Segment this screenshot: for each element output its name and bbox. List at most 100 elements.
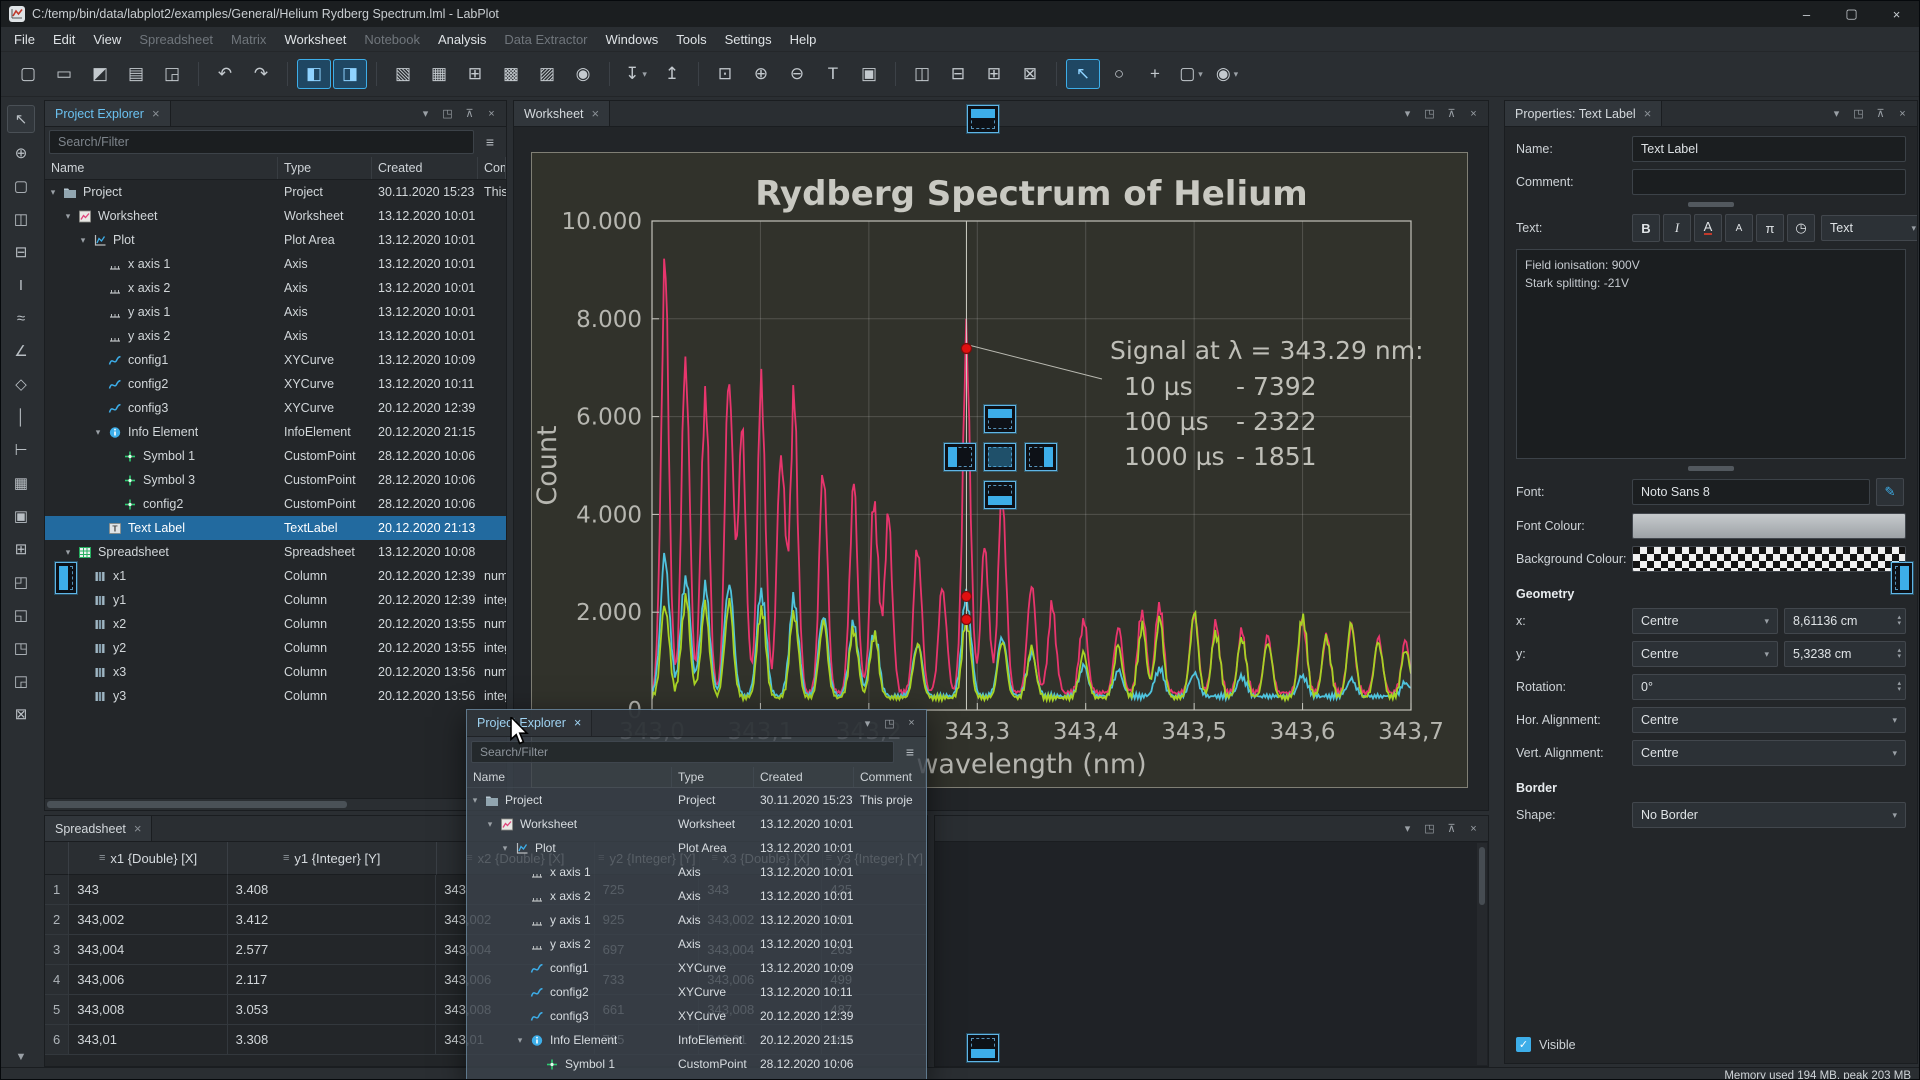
- pe-item-y2[interactable]: y2Column20.12.2020 13:55integer da: [45, 636, 506, 660]
- grid-layout-button[interactable]: ⊞: [977, 59, 1011, 89]
- dock-menu-icon[interactable]: ▾: [416, 104, 435, 123]
- expander-icon[interactable]: ▾: [63, 211, 73, 222]
- cell[interactable]: 343,008: [69, 995, 227, 1025]
- float-item-y-axis-1[interactable]: y axis 1Axis13.12.2020 10:01: [467, 908, 926, 932]
- cell[interactable]: 343,01: [69, 1025, 227, 1055]
- vertical-line-tool-button[interactable]: │: [8, 404, 34, 430]
- label-text-editor[interactable]: Field ionisation: 900VStark splitting: -…: [1516, 249, 1906, 459]
- y-position-dropdown[interactable]: Centre ▾: [1632, 641, 1778, 667]
- menu-file[interactable]: File: [5, 29, 44, 50]
- horizontal-scrollbar[interactable]: [45, 798, 506, 810]
- expand-toolbar-button[interactable]: ▼: [8, 1047, 34, 1067]
- dock-pin-icon[interactable]: ⊼: [1871, 104, 1890, 123]
- y-offset-spinbox[interactable]: 5,3238 cm ▴▾: [1784, 641, 1906, 667]
- dock-float-icon[interactable]: ◳: [1849, 104, 1868, 123]
- plot-tool-button[interactable]: ▦: [8, 470, 34, 496]
- new-notebook-button[interactable]: ◉: [566, 59, 600, 89]
- break-layout-button[interactable]: ⊠: [1013, 59, 1047, 89]
- dock-float-icon[interactable]: ◳: [880, 714, 899, 733]
- expander-icon[interactable]: ▾: [78, 235, 88, 246]
- expander-icon[interactable]: ▾: [500, 843, 510, 854]
- toggle-properties-explorer-button[interactable]: ◨: [333, 59, 367, 89]
- export-data-button[interactable]: ↥: [655, 59, 689, 89]
- pe-item-x-axis-2[interactable]: x axis 2Axis13.12.2020 10:01: [45, 276, 506, 300]
- grid-tool-4-button[interactable]: ◳: [8, 635, 34, 661]
- maximize-button[interactable]: ▢: [1829, 1, 1874, 27]
- cell[interactable]: 2.577: [228, 935, 437, 965]
- magnification-button[interactable]: ◉▾: [1210, 59, 1244, 89]
- dock-indicator-cluster-center[interactable]: [984, 443, 1016, 471]
- column-header-comment[interactable]: Comment: [478, 157, 506, 179]
- tab-spreadsheet[interactable]: Spreadsheet ×: [45, 816, 152, 841]
- zoom-in-button[interactable]: ⊕: [744, 59, 778, 89]
- search-input[interactable]: [49, 130, 474, 154]
- tab-properties-text-label[interactable]: Properties: Text Label ×: [1505, 101, 1662, 126]
- grid-tool-5-button[interactable]: ◲: [8, 668, 34, 694]
- visible-checkbox[interactable]: ✓: [1516, 1037, 1531, 1052]
- menu-worksheet[interactable]: Worksheet: [275, 29, 355, 50]
- menu-spreadsheet[interactable]: Spreadsheet: [130, 29, 222, 50]
- open-project-button[interactable]: ▭: [47, 59, 81, 89]
- tab-close-icon[interactable]: ×: [592, 106, 600, 121]
- redo-button[interactable]: ↷: [244, 59, 278, 89]
- image-tool-button[interactable]: ▣: [8, 503, 34, 529]
- save-project-button[interactable]: ◩: [83, 59, 117, 89]
- font-colour-swatch[interactable]: [1632, 513, 1906, 539]
- new-folder-button[interactable]: ▧: [386, 59, 420, 89]
- float-item-x-axis-1[interactable]: x axis 1Axis13.12.2020 10:01: [467, 860, 926, 884]
- column-header-name[interactable]: Name: [45, 157, 278, 179]
- print-preview-button[interactable]: ◲: [155, 59, 189, 89]
- add-image-button[interactable]: ▣: [852, 59, 886, 89]
- filter-options-icon[interactable]: ≡: [478, 130, 502, 154]
- splitter-handle[interactable]: [1688, 466, 1734, 471]
- background-colour-swatch[interactable]: [1632, 546, 1906, 572]
- search-input[interactable]: [471, 741, 894, 763]
- row-number[interactable]: 1: [45, 875, 69, 905]
- column-header-comment[interactable]: Comment: [854, 767, 926, 787]
- dock-indicator-cluster-down[interactable]: [984, 481, 1016, 509]
- add-text-label-button[interactable]: T: [816, 59, 850, 89]
- pe-item-plot[interactable]: ▾PlotPlot Area13.12.2020 10:01: [45, 228, 506, 252]
- float-item-info-element[interactable]: ▾Info ElementInfoElement20.12.2020 21:15: [467, 1028, 926, 1052]
- new-spreadsheet-button[interactable]: ⊞: [458, 59, 492, 89]
- float-item-config3[interactable]: config3XYCurve20.12.2020 12:39: [467, 1004, 926, 1028]
- float-item-y-axis-2[interactable]: y axis 2Axis13.12.2020 10:01: [467, 932, 926, 956]
- x-offset-spinbox[interactable]: 8,61136 cm ▴▾: [1784, 608, 1906, 634]
- rotation-spinbox[interactable]: 0° ▴▾: [1632, 674, 1906, 700]
- float-item-worksheet[interactable]: ▾WorksheetWorksheet13.12.2020 10:01: [467, 812, 926, 836]
- tab-project-explorer[interactable]: Project Explorer ×: [45, 101, 171, 126]
- import-data-button[interactable]: ↧▾: [619, 59, 653, 89]
- menu-analysis[interactable]: Analysis: [429, 29, 495, 50]
- pe-item-x-axis-1[interactable]: x axis 1Axis13.12.2020 10:01: [45, 252, 506, 276]
- border-shape-dropdown[interactable]: No Border ▾: [1632, 802, 1906, 828]
- menu-settings[interactable]: Settings: [716, 29, 781, 50]
- tab-close-icon[interactable]: ×: [152, 106, 160, 121]
- close-button[interactable]: ×: [1874, 1, 1919, 27]
- pe-item-spreadsheet[interactable]: ▾SpreadsheetSpreadsheet13.12.2020 10:08: [45, 540, 506, 564]
- dock-pin-icon[interactable]: ⊼: [1442, 819, 1461, 838]
- floating-titlebar[interactable]: Project Explorer × ▾ ◳ ×: [467, 710, 926, 737]
- dock-pin-icon[interactable]: ⊼: [1442, 104, 1461, 123]
- spin-down-icon[interactable]: ▾: [1897, 621, 1901, 627]
- shape-tool-button[interactable]: ◇: [8, 371, 34, 397]
- menu-edit[interactable]: Edit: [44, 29, 84, 50]
- pe-item-x3[interactable]: x3Column20.12.2020 13:56numerical: [45, 660, 506, 684]
- menu-data-extractor[interactable]: Data Extractor: [495, 29, 596, 50]
- float-item-symbol-1[interactable]: Symbol 1CustomPoint28.12.2020 10:06: [467, 1052, 926, 1076]
- choose-font-button[interactable]: ✎: [1876, 478, 1904, 506]
- tab-close-icon[interactable]: ×: [574, 716, 581, 730]
- pe-item-x2[interactable]: x2Column20.12.2020 13:55numerical: [45, 612, 506, 636]
- zoom-fit-button[interactable]: ⊡: [708, 59, 742, 89]
- pe-item-config3[interactable]: config3XYCurve20.12.2020 12:39: [45, 396, 506, 420]
- zoom-out-button[interactable]: ⊖: [780, 59, 814, 89]
- expander-icon[interactable]: ▾: [485, 819, 495, 830]
- column-header-x1-double-x-[interactable]: ≡x1 {Double} [X]: [69, 842, 227, 875]
- dock-menu-icon[interactable]: ▾: [1398, 104, 1417, 123]
- scrollbar-thumb[interactable]: [1479, 847, 1485, 905]
- grid-tool-1-button[interactable]: ⊞: [8, 536, 34, 562]
- pe-item-text-label[interactable]: TText LabelTextLabel20.12.2020 21:13: [45, 516, 506, 540]
- menu-matrix[interactable]: Matrix: [222, 29, 275, 50]
- comment-field[interactable]: [1632, 169, 1906, 195]
- cell[interactable]: 3.412: [228, 905, 437, 935]
- curve-tool-button[interactable]: ≈: [8, 305, 34, 331]
